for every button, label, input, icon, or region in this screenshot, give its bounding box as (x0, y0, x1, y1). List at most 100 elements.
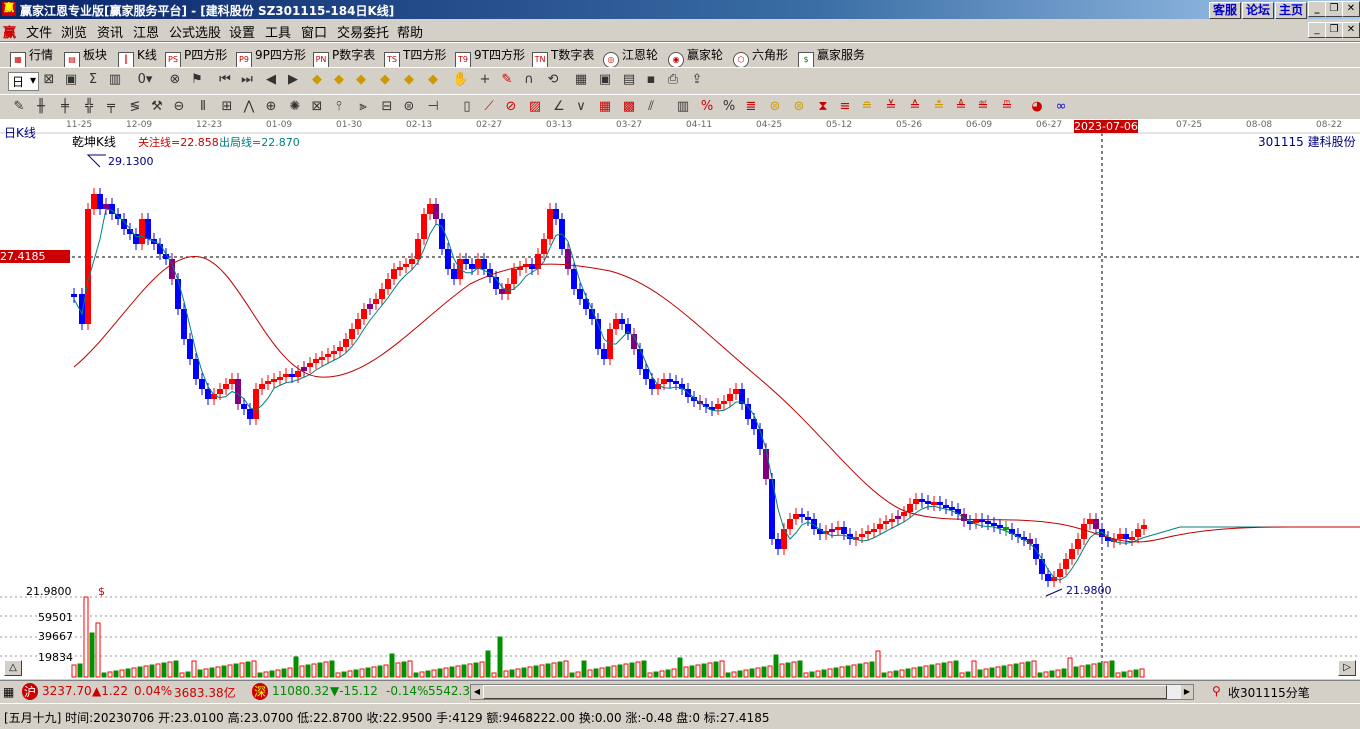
calendar-icon[interactable]: ▦ (572, 71, 590, 89)
prev-icon[interactable]: ◀ (262, 71, 280, 89)
diamond-all-icon[interactable]: ◆ (424, 71, 442, 89)
grid-icon[interactable]: ▦ (596, 98, 614, 116)
toolbar-p-square[interactable]: PS P四方形 (165, 46, 227, 68)
diamond-icon[interactable]: ◆ (308, 71, 326, 89)
gold-4-icon[interactable]: ≡ (836, 98, 854, 116)
menu-file[interactable]: 文件 (26, 22, 52, 41)
draw-tool-11-icon[interactable]: ⊕ (262, 98, 280, 116)
child-minimize-icon[interactable]: _ (1308, 22, 1326, 38)
export-icon[interactable]: ⇪ (688, 71, 706, 89)
minimize-icon[interactable]: _ (1308, 1, 1326, 17)
gold-11-icon[interactable]: ≞ (998, 98, 1016, 116)
kline-chart[interactable]: 日K线 乾坤K线 关注线=22.858 出局线=22.870 301115 建科… (0, 119, 1360, 679)
refresh-icon[interactable]: ⟲ (544, 71, 562, 89)
fan-icon[interactable]: ⟋ (480, 98, 498, 116)
menu-gann[interactable]: 江恩 (133, 22, 159, 41)
toolbar-kline[interactable]: ║ K线 (118, 46, 157, 68)
next-icon[interactable]: ▶ (284, 71, 302, 89)
menu-window[interactable]: 窗口 (301, 22, 327, 41)
toolbar-t-number[interactable]: TN T数字表 (532, 46, 594, 68)
forum-link[interactable]: 论坛 (1242, 2, 1275, 19)
flag-icon[interactable]: ⚑ (188, 71, 206, 89)
magnet-icon[interactable]: ∩ (520, 71, 538, 89)
gold-8-icon[interactable]: ≛ (930, 98, 948, 116)
draw-tool-3-icon[interactable]: ╬ (80, 98, 98, 116)
toolbar-9p-square[interactable]: P9 9P四方形 (236, 46, 306, 68)
toolbar-sector[interactable]: ▤ 板块 (64, 46, 107, 68)
menu-formula[interactable]: 公式选股 (169, 22, 221, 41)
levels-icon[interactable]: ≣ (742, 98, 760, 116)
gold-1-icon[interactable]: ⊜ (766, 98, 784, 116)
draw-tool-7-icon[interactable]: ⊖ (170, 98, 188, 116)
hatch-icon[interactable]: ▨ (526, 98, 544, 116)
diamond-down-icon[interactable]: ◆ (352, 71, 370, 89)
wave-icon[interactable]: ∨ (572, 98, 590, 116)
draw-tool-10-icon[interactable]: ⋀ (240, 98, 258, 116)
draw-tool-17-icon[interactable]: ⊜ (400, 98, 418, 116)
first-icon[interactable]: ⏮ (216, 71, 234, 89)
hand-icon[interactable]: ✋ (452, 71, 470, 89)
diamond-right-icon[interactable]: ◆ (400, 71, 418, 89)
save-icon[interactable]: ▪ (642, 71, 660, 89)
ticker-scrollbar[interactable]: ◀ ▶ (470, 684, 1194, 700)
scroll-left-icon[interactable]: ◀ (471, 685, 483, 699)
scroll-right-icon[interactable]: ▷ (1338, 660, 1356, 676)
scroll-up-icon[interactable]: △ (4, 660, 22, 676)
draw-icon[interactable]: ✎ (498, 71, 516, 89)
toolbar-9t-square[interactable]: T9 9T四方形 (455, 46, 525, 68)
info-icon[interactable]: ▣ (62, 71, 80, 89)
zero-select-icon[interactable]: 0▾ (136, 71, 154, 89)
draw-tool-9-icon[interactable]: ⊞ (218, 98, 236, 116)
draw-tool-12-icon[interactable]: ✺ (286, 98, 304, 116)
toolbar-gann-wheel[interactable]: ◎ 江恩轮 (603, 46, 658, 68)
window-icon[interactable]: ▣ (596, 71, 614, 89)
toolbar-service[interactable]: $ 赢家服务 (798, 46, 865, 68)
gold-7-icon[interactable]: ≙ (906, 98, 924, 116)
draw-tool-18-icon[interactable]: ⊣ (424, 98, 442, 116)
menu-trade[interactable]: 交易委托 (337, 22, 389, 41)
draw-tool-1-icon[interactable]: ╫ (32, 98, 50, 116)
color-wheel-icon[interactable]: ◕ (1028, 98, 1046, 116)
draw-tool-5-icon[interactable]: ≶ (126, 98, 144, 116)
child-close-icon[interactable]: ✕ (1342, 22, 1360, 38)
draw-tool-4-icon[interactable]: ╤ (102, 98, 120, 116)
homepage-link[interactable]: 主页 (1275, 2, 1308, 19)
toolbar-winner-wheel[interactable]: ◉ 赢家轮 (668, 46, 723, 68)
draw-tool-14-icon[interactable]: ⫯ (330, 98, 348, 116)
gold-3-icon[interactable]: ⧗ (814, 98, 832, 116)
period-select[interactable]: 日 ▾ (8, 72, 40, 91)
draw-tool-8-icon[interactable]: ⫴ (194, 98, 212, 116)
parallel-icon[interactable]: ⫽ (642, 98, 660, 116)
gold-6-icon[interactable]: ≚ (882, 98, 900, 116)
last-icon[interactable]: ⏭ (238, 71, 256, 89)
gann-icon[interactable]: ⊗ (166, 71, 184, 89)
toolbar-quote[interactable]: ▦ 行情 (10, 46, 53, 68)
toolbar-hexagon[interactable]: ⬡ 六角形 (733, 46, 788, 68)
customer-service-link[interactable]: 客服 (1209, 2, 1242, 19)
diamond-left-icon[interactable]: ◆ (376, 71, 394, 89)
draw-tool-13-icon[interactable]: ⊠ (308, 98, 326, 116)
draw-tool-6-icon[interactable]: ⚒ (148, 98, 166, 116)
draw-tool-2-icon[interactable]: ╪ (56, 98, 74, 116)
chart-zoom-icon[interactable]: ⊠ (40, 71, 58, 89)
draw-tool-19-icon[interactable]: ▯ (458, 98, 476, 116)
scroll-thumb[interactable] (483, 685, 1167, 699)
formula-icon[interactable]: Σ (84, 71, 102, 89)
gold-10-icon[interactable]: ≝ (974, 98, 992, 116)
angle-icon[interactable]: ∠ (550, 98, 568, 116)
scroll-right-arrow-icon[interactable]: ▶ (1181, 685, 1193, 699)
grid-2-icon[interactable]: ▩ (620, 98, 638, 116)
child-restore-icon[interactable]: ❐ (1325, 22, 1343, 38)
close-icon[interactable]: ✕ (1342, 1, 1360, 17)
gold-9-icon[interactable]: ≜ (952, 98, 970, 116)
draw-tool-15-icon[interactable]: ⫸ (354, 98, 372, 116)
list-icon[interactable]: ▤ (620, 71, 638, 89)
diamond-up-icon[interactable]: ◆ (330, 71, 348, 89)
gold-5-icon[interactable]: ≘ (858, 98, 876, 116)
print-icon[interactable]: ⎙ (664, 71, 682, 89)
infinity-icon[interactable]: ∞ (1052, 98, 1070, 116)
menu-info[interactable]: 资讯 (97, 22, 123, 41)
table-icon[interactable]: ▥ (106, 71, 124, 89)
percent-icon[interactable]: % (720, 98, 738, 116)
calculator-icon[interactable]: ▦ (3, 685, 14, 699)
